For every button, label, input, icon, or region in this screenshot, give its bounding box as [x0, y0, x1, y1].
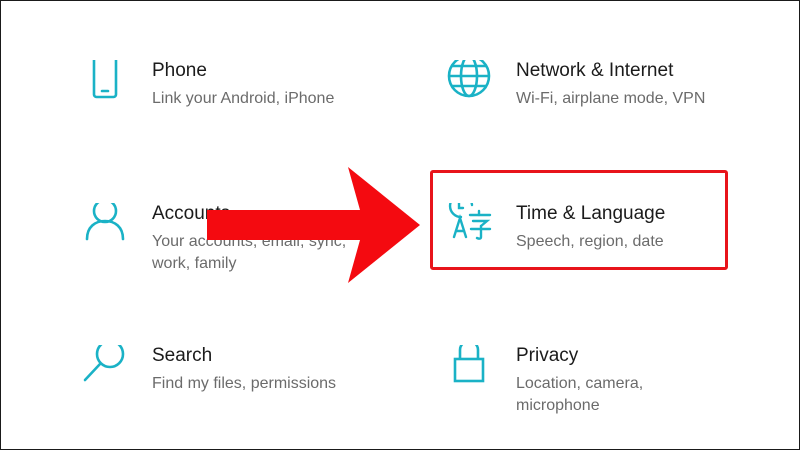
tile-description: Find my files, permissions: [152, 375, 337, 392]
tile-title: Search: [152, 345, 213, 366]
tile-description: Your accounts, email, sync, work, family: [152, 233, 347, 272]
tile-description: Location, camera, microphone: [516, 375, 644, 414]
magnifier-icon: [82, 345, 128, 391]
globe-icon: [446, 60, 492, 106]
settings-tile-search[interactable]: Search Find my files, permissions: [82, 345, 402, 435]
highlight-box: [430, 170, 728, 270]
tile-title: Accounts: [152, 203, 231, 224]
tile-description: Link your Android, iPhone: [152, 90, 335, 107]
settings-tile-accounts[interactable]: Accounts Your accounts, email, sync, wor…: [82, 203, 402, 293]
settings-tile-network-internet[interactable]: Network & Internet Wi-Fi, airplane mode,…: [446, 60, 766, 150]
phone-icon: [82, 60, 128, 106]
tile-title: Phone: [152, 60, 207, 81]
settings-tile-privacy[interactable]: Privacy Location, camera, microphone: [446, 345, 766, 435]
tile-description: Wi-Fi, airplane mode, VPN: [516, 90, 706, 107]
settings-tile-phone[interactable]: Phone Link your Android, iPhone: [82, 60, 402, 150]
person-icon: [82, 203, 128, 249]
tile-title: Network & Internet: [516, 60, 674, 81]
tile-title: Privacy: [516, 345, 579, 366]
lock-icon: [446, 345, 492, 391]
